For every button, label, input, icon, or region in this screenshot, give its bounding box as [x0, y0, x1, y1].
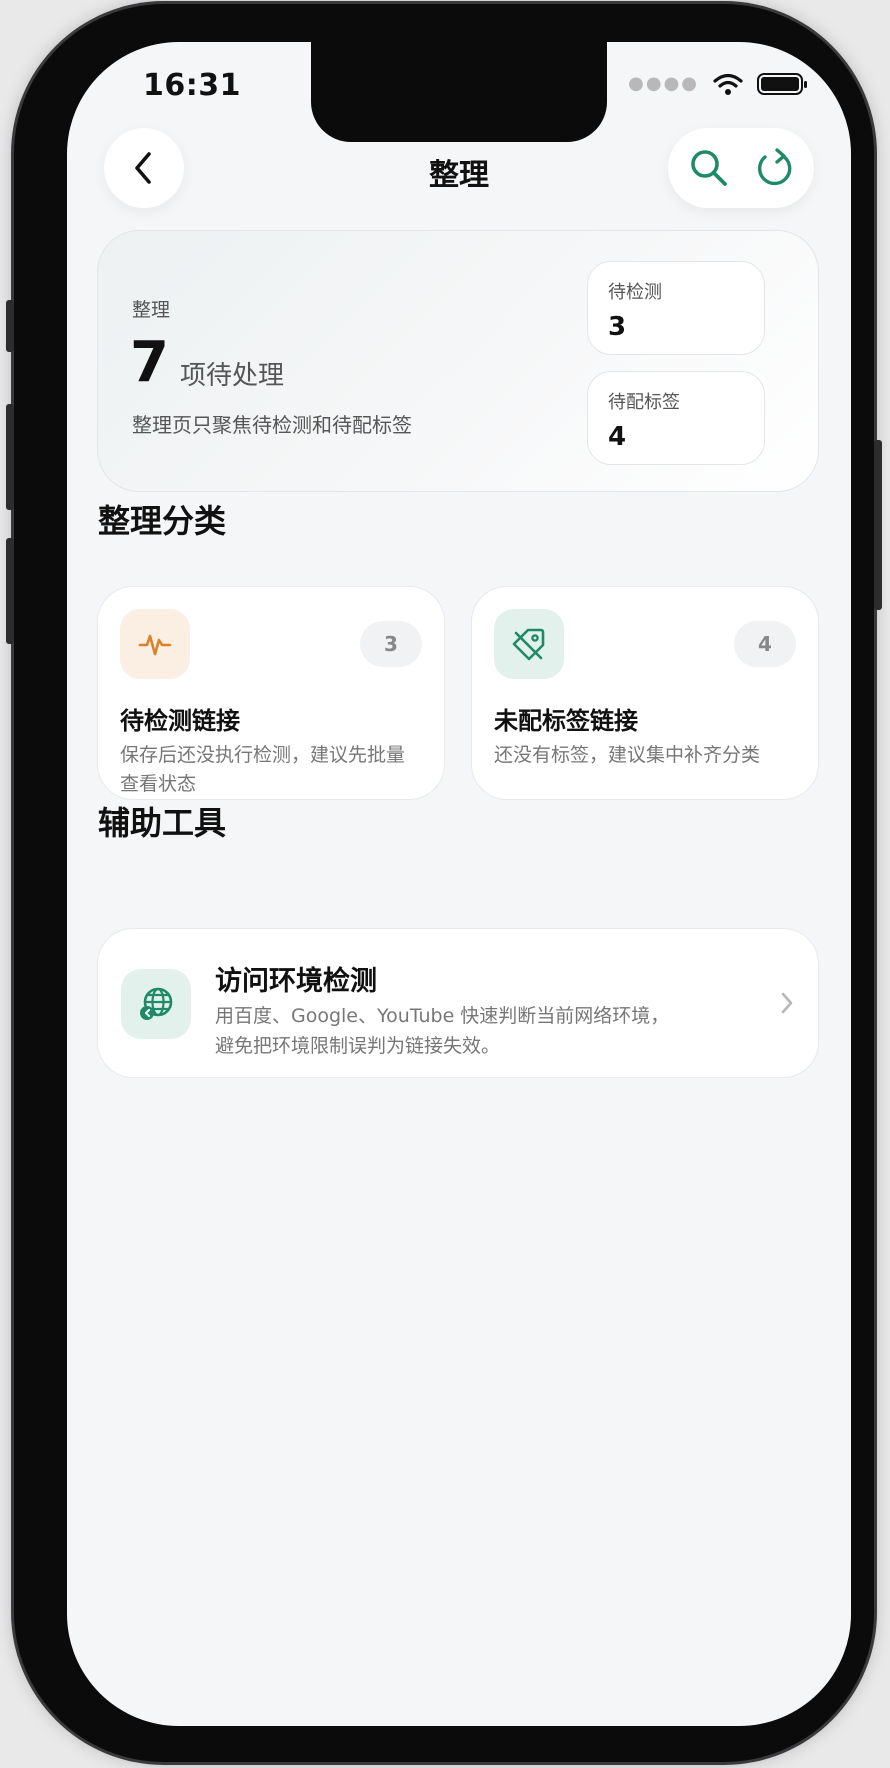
pending-tag-label: 待配标签: [608, 392, 680, 413]
tool-card-network-check[interactable]: 访问环境检测 用百度、Google、YouTube 快速判断当前网络环境，避免把…: [97, 928, 819, 1078]
summary-card: 整理 7 项待处理 整理页只聚焦待检测和待配标签 待检测 3 待配标签 4: [97, 230, 819, 492]
categories-section-title: 整理分类: [98, 502, 227, 540]
tools-section-title: 辅助工具: [98, 804, 227, 842]
pulse-icon: [138, 634, 172, 656]
globe-icon: [140, 987, 173, 1020]
wifi-icon: [713, 73, 743, 95]
pending-tag-value: 4: [608, 422, 627, 452]
category-count-badge: 4: [734, 621, 796, 667]
category-card-untagged[interactable]: 4 未配标签链接 还没有标签，建议集中补齐分类: [471, 586, 819, 800]
category-count-badge: 3: [360, 621, 422, 667]
pending-check-stat[interactable]: 待检测 3: [587, 261, 765, 355]
summary-count: 7: [130, 330, 169, 395]
status-icons: ●●●●: [628, 72, 807, 96]
pending-check-label: 待检测: [608, 282, 662, 303]
refresh-button[interactable]: [746, 140, 802, 196]
volume-up-button: [6, 404, 14, 510]
category-description: 保存后还没执行检测，建议先批量查看状态: [120, 744, 406, 795]
tool-title: 访问环境检测: [215, 966, 377, 997]
search-icon: [690, 150, 727, 186]
category-description: 还没有标签，建议集中补齐分类: [494, 744, 761, 766]
tag-off-icon: [512, 628, 545, 661]
search-button[interactable]: [681, 140, 737, 196]
notch: [311, 42, 607, 142]
summary-label: 整理: [132, 299, 171, 321]
refresh-icon: [757, 148, 791, 186]
tool-description: 用百度、Google、YouTube 快速判断当前网络环境，避免把环境限制误判为…: [215, 1005, 670, 1057]
category-icon-wrap: [494, 609, 564, 679]
app-screen: 16:31 ●●●● 整理 整理 7 项待处理 整理页只聚焦待检测和待配标签 待…: [67, 42, 851, 1726]
category-title: 待检测链接: [120, 707, 240, 735]
phone-frame: 16:31 ●●●● 整理 整理 7 项待处理 整理页只聚焦待检测和待配标签 待…: [6, 4, 882, 1762]
status-time: 16:31: [143, 68, 241, 103]
volume-down-button: [6, 538, 14, 644]
nav-actions: [668, 128, 814, 208]
category-card-pending-check[interactable]: 3 待检测链接 保存后还没执行检测，建议先批量查看状态: [97, 586, 445, 800]
chevron-right-icon: [781, 992, 793, 1014]
tool-icon-wrap: [121, 969, 191, 1039]
pending-tag-stat[interactable]: 待配标签 4: [587, 371, 765, 465]
pending-check-value: 3: [608, 312, 627, 342]
category-title: 未配标签链接: [494, 707, 638, 735]
signal-dots-icon: ●●●●: [628, 73, 699, 94]
power-button: [874, 440, 882, 610]
summary-unit: 项待处理: [180, 361, 285, 391]
mute-switch: [6, 300, 14, 352]
summary-description: 整理页只聚焦待检测和待配标签: [132, 413, 412, 437]
battery-icon: [757, 73, 807, 95]
category-icon-wrap: [120, 609, 190, 679]
